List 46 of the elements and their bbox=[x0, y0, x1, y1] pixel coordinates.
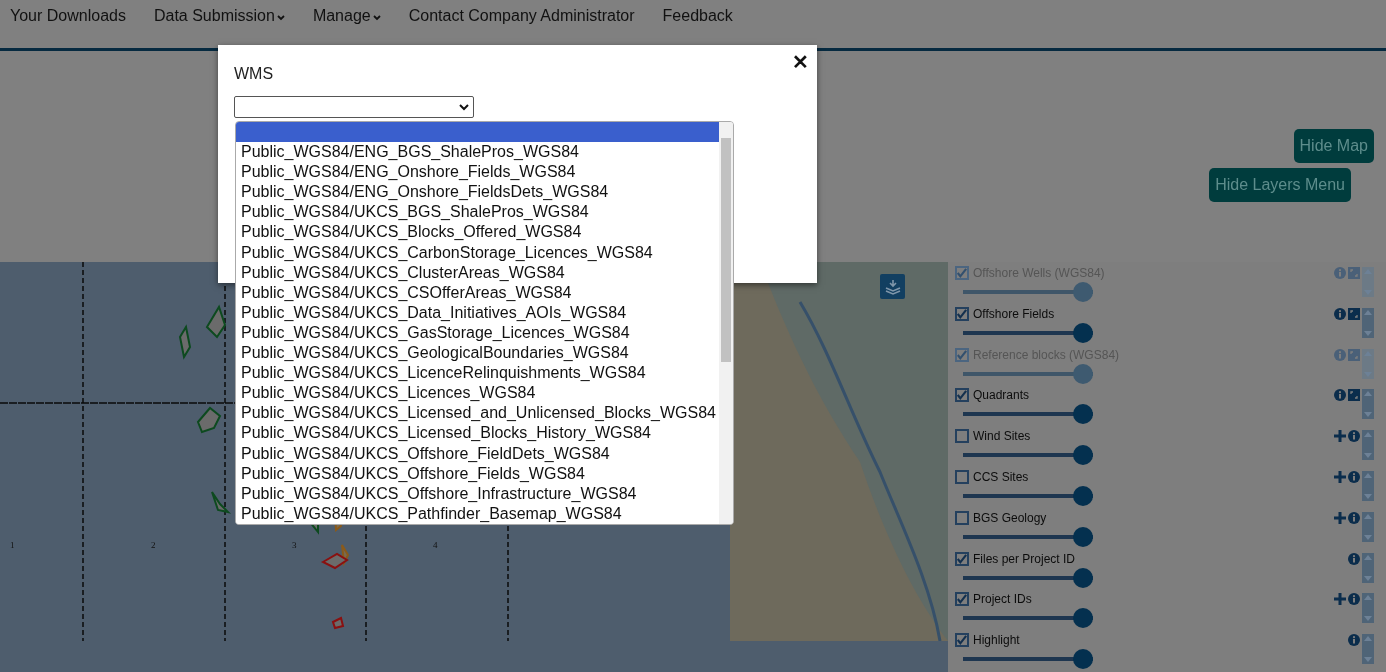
nav-link[interactable]: Data Submission bbox=[153, 6, 285, 48]
layer-checkbox[interactable] bbox=[955, 429, 969, 444]
nav-link[interactable]: Manage bbox=[312, 6, 381, 48]
info-icon[interactable] bbox=[1348, 593, 1360, 606]
layers-button[interactable] bbox=[880, 274, 905, 300]
info-icon[interactable] bbox=[1348, 552, 1360, 565]
caret-icon bbox=[459, 103, 469, 111]
layer-label: Offshore Fields bbox=[973, 306, 1055, 321]
nav-link[interactable]: Your Downloads bbox=[10, 6, 126, 48]
blank-option[interactable] bbox=[236, 122, 719, 143]
layer-checkbox[interactable] bbox=[955, 592, 969, 607]
layer-label: Files per Project ID bbox=[973, 551, 1076, 566]
close-button[interactable]: ✕ bbox=[792, 50, 809, 74]
layer-label: Highlight bbox=[973, 633, 1020, 648]
info-icon[interactable] bbox=[1348, 430, 1360, 443]
layer-label: BGS Geology bbox=[973, 510, 1047, 525]
grid-label: 3 bbox=[292, 540, 297, 551]
layer-checkbox[interactable] bbox=[955, 510, 969, 525]
layer-checkbox[interactable] bbox=[955, 470, 969, 484]
layer-checkbox[interactable] bbox=[955, 633, 969, 648]
info-icon[interactable] bbox=[1348, 471, 1360, 483]
info-icon[interactable] bbox=[1348, 511, 1360, 524]
scrollbar[interactable] bbox=[719, 122, 733, 524]
grid-label: 4 bbox=[433, 540, 438, 551]
layer-checkbox[interactable] bbox=[955, 306, 969, 321]
nav-link[interactable]: Contact Company Administrator bbox=[408, 6, 635, 48]
dialog-title: WMS bbox=[234, 65, 275, 83]
layer-label: Project IDs bbox=[973, 592, 1032, 607]
layer-label: Wind Sites bbox=[973, 429, 1031, 444]
layer-label: Quadrants bbox=[973, 388, 1030, 403]
grid-label: 2 bbox=[151, 540, 156, 551]
grid-label: 1 bbox=[10, 540, 15, 551]
info-icon[interactable] bbox=[1348, 634, 1360, 647]
nav-link[interactable]: Feedback bbox=[662, 6, 733, 48]
info-icon[interactable] bbox=[1334, 307, 1346, 320]
plus-icon[interactable] bbox=[1334, 471, 1346, 483]
expand-icon[interactable] bbox=[1348, 307, 1360, 320]
layer-checkbox[interactable] bbox=[955, 551, 969, 566]
plus-icon[interactable] bbox=[1334, 593, 1346, 606]
plus-icon[interactable] bbox=[1334, 430, 1346, 443]
layer-label: CCS Sites bbox=[973, 470, 1029, 484]
plus-icon[interactable] bbox=[1334, 511, 1346, 524]
expand-icon[interactable] bbox=[1348, 389, 1360, 402]
info-icon[interactable] bbox=[1334, 389, 1346, 402]
layer-checkbox[interactable] bbox=[955, 388, 969, 403]
wms-select[interactable] bbox=[234, 96, 474, 118]
